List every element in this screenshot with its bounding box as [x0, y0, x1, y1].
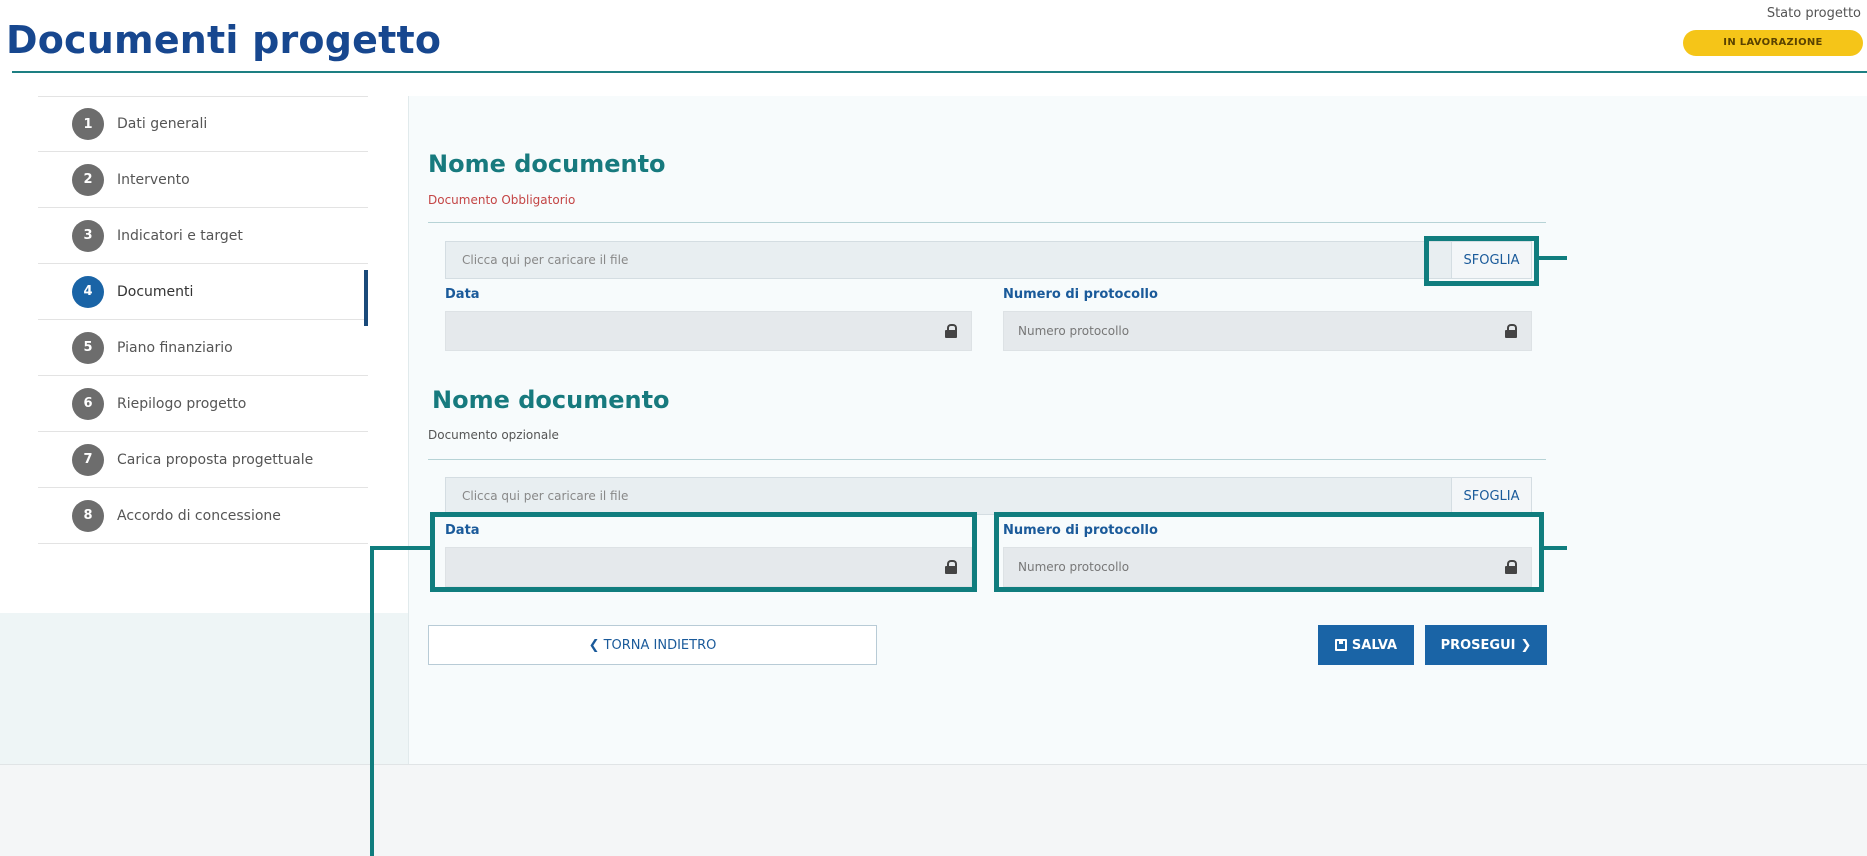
lock-icon	[945, 324, 957, 338]
step-number-badge: 1	[72, 108, 104, 140]
file-upload-placeholder: Clicca qui per caricare il file	[462, 489, 629, 503]
active-step-indicator	[364, 270, 368, 326]
step-navigation: 1 Dati generali 2 Intervento 3 Indicator…	[38, 96, 368, 544]
back-button[interactable]: ❮ TORNA INDIETRO	[428, 625, 877, 665]
file-upload-field[interactable]: Clicca qui per caricare il file SFOGLIA	[445, 477, 1532, 515]
step-riepilogo-progetto[interactable]: 6 Riepilogo progetto	[38, 376, 368, 432]
highlight-connector	[370, 546, 374, 856]
date-label: Data	[445, 287, 480, 302]
step-label: Documenti	[117, 283, 194, 300]
page-title: Documenti progetto	[6, 18, 442, 62]
lock-icon	[1505, 324, 1517, 338]
chevron-left-icon: ❮	[588, 637, 600, 653]
step-label: Carica proposta progettuale	[117, 451, 314, 468]
step-indicatori-target[interactable]: 3 Indicatori e target	[38, 208, 368, 264]
highlight-connector	[370, 546, 430, 550]
step-number-badge: 5	[72, 331, 104, 364]
document-title: Nome documento	[428, 150, 666, 178]
protocol-placeholder: Numero protocollo	[1018, 324, 1130, 338]
step-label: Indicatori e target	[117, 227, 243, 244]
step-label: Dati generali	[117, 116, 208, 132]
proceed-button-label: PROSEGUI	[1440, 637, 1516, 653]
step-number-badge: 8	[72, 499, 104, 532]
step-accordo-concessione[interactable]: 8 Accordo di concessione	[38, 488, 368, 544]
back-button-label: TORNA INDIETRO	[603, 637, 717, 653]
step-label: Riepilogo progetto	[117, 395, 247, 412]
step-number-badge: 6	[72, 387, 104, 420]
chevron-right-icon: ❯	[1520, 637, 1532, 653]
protocol-field-locked[interactable]: Numero protocollo	[1003, 311, 1532, 351]
save-button-label: SALVA	[1351, 637, 1398, 653]
document-required-note: Documento Obbligatorio	[428, 193, 576, 207]
step-label: Intervento	[117, 171, 190, 188]
date-field-locked[interactable]	[445, 311, 972, 351]
step-label: Piano finanziario	[117, 339, 233, 356]
highlight-connector	[1544, 546, 1567, 550]
proceed-button[interactable]: PROSEGUI ❯	[1425, 625, 1547, 665]
step-intervento[interactable]: 2 Intervento	[38, 152, 368, 208]
browse-button[interactable]: SFOGLIA	[1451, 478, 1531, 514]
step-carica-proposta[interactable]: 7 Carica proposta progettuale	[38, 432, 368, 488]
highlight-date-field	[430, 512, 977, 592]
protocol-label: Numero di protocollo	[1003, 287, 1158, 302]
document-optional-note: Documento opzionale	[428, 428, 559, 442]
step-number-badge: 2	[72, 163, 104, 196]
step-number-badge: 4	[72, 275, 104, 308]
file-upload-placeholder: Clicca qui per caricare il file	[462, 253, 629, 267]
file-upload-field[interactable]: Clicca qui per caricare il file SFOGLIA	[445, 241, 1532, 279]
section-divider	[428, 222, 1546, 223]
document-title: Nome documento	[432, 386, 670, 414]
header-divider	[12, 71, 1867, 73]
step-label: Accordo di concessione	[117, 507, 281, 524]
step-documenti[interactable]: 4 Documenti	[38, 264, 368, 326]
step-piano-finanziario[interactable]: 5 Piano finanziario	[38, 320, 368, 376]
highlight-protocol-field	[994, 512, 1544, 592]
highlight-browse-button	[1424, 236, 1539, 286]
footer-band	[0, 764, 1867, 856]
highlight-connector	[1539, 256, 1567, 260]
step-dati-generali[interactable]: 1 Dati generali	[38, 96, 368, 152]
form-panel	[408, 96, 1867, 776]
step-number-badge: 3	[72, 219, 104, 252]
save-button[interactable]: SALVA	[1318, 625, 1414, 665]
step-number-badge: 7	[72, 443, 104, 476]
section-divider	[428, 459, 1546, 460]
status-badge: IN LAVORAZIONE	[1683, 30, 1863, 56]
status-label: Stato progetto	[1766, 6, 1861, 21]
save-icon	[1334, 639, 1347, 651]
